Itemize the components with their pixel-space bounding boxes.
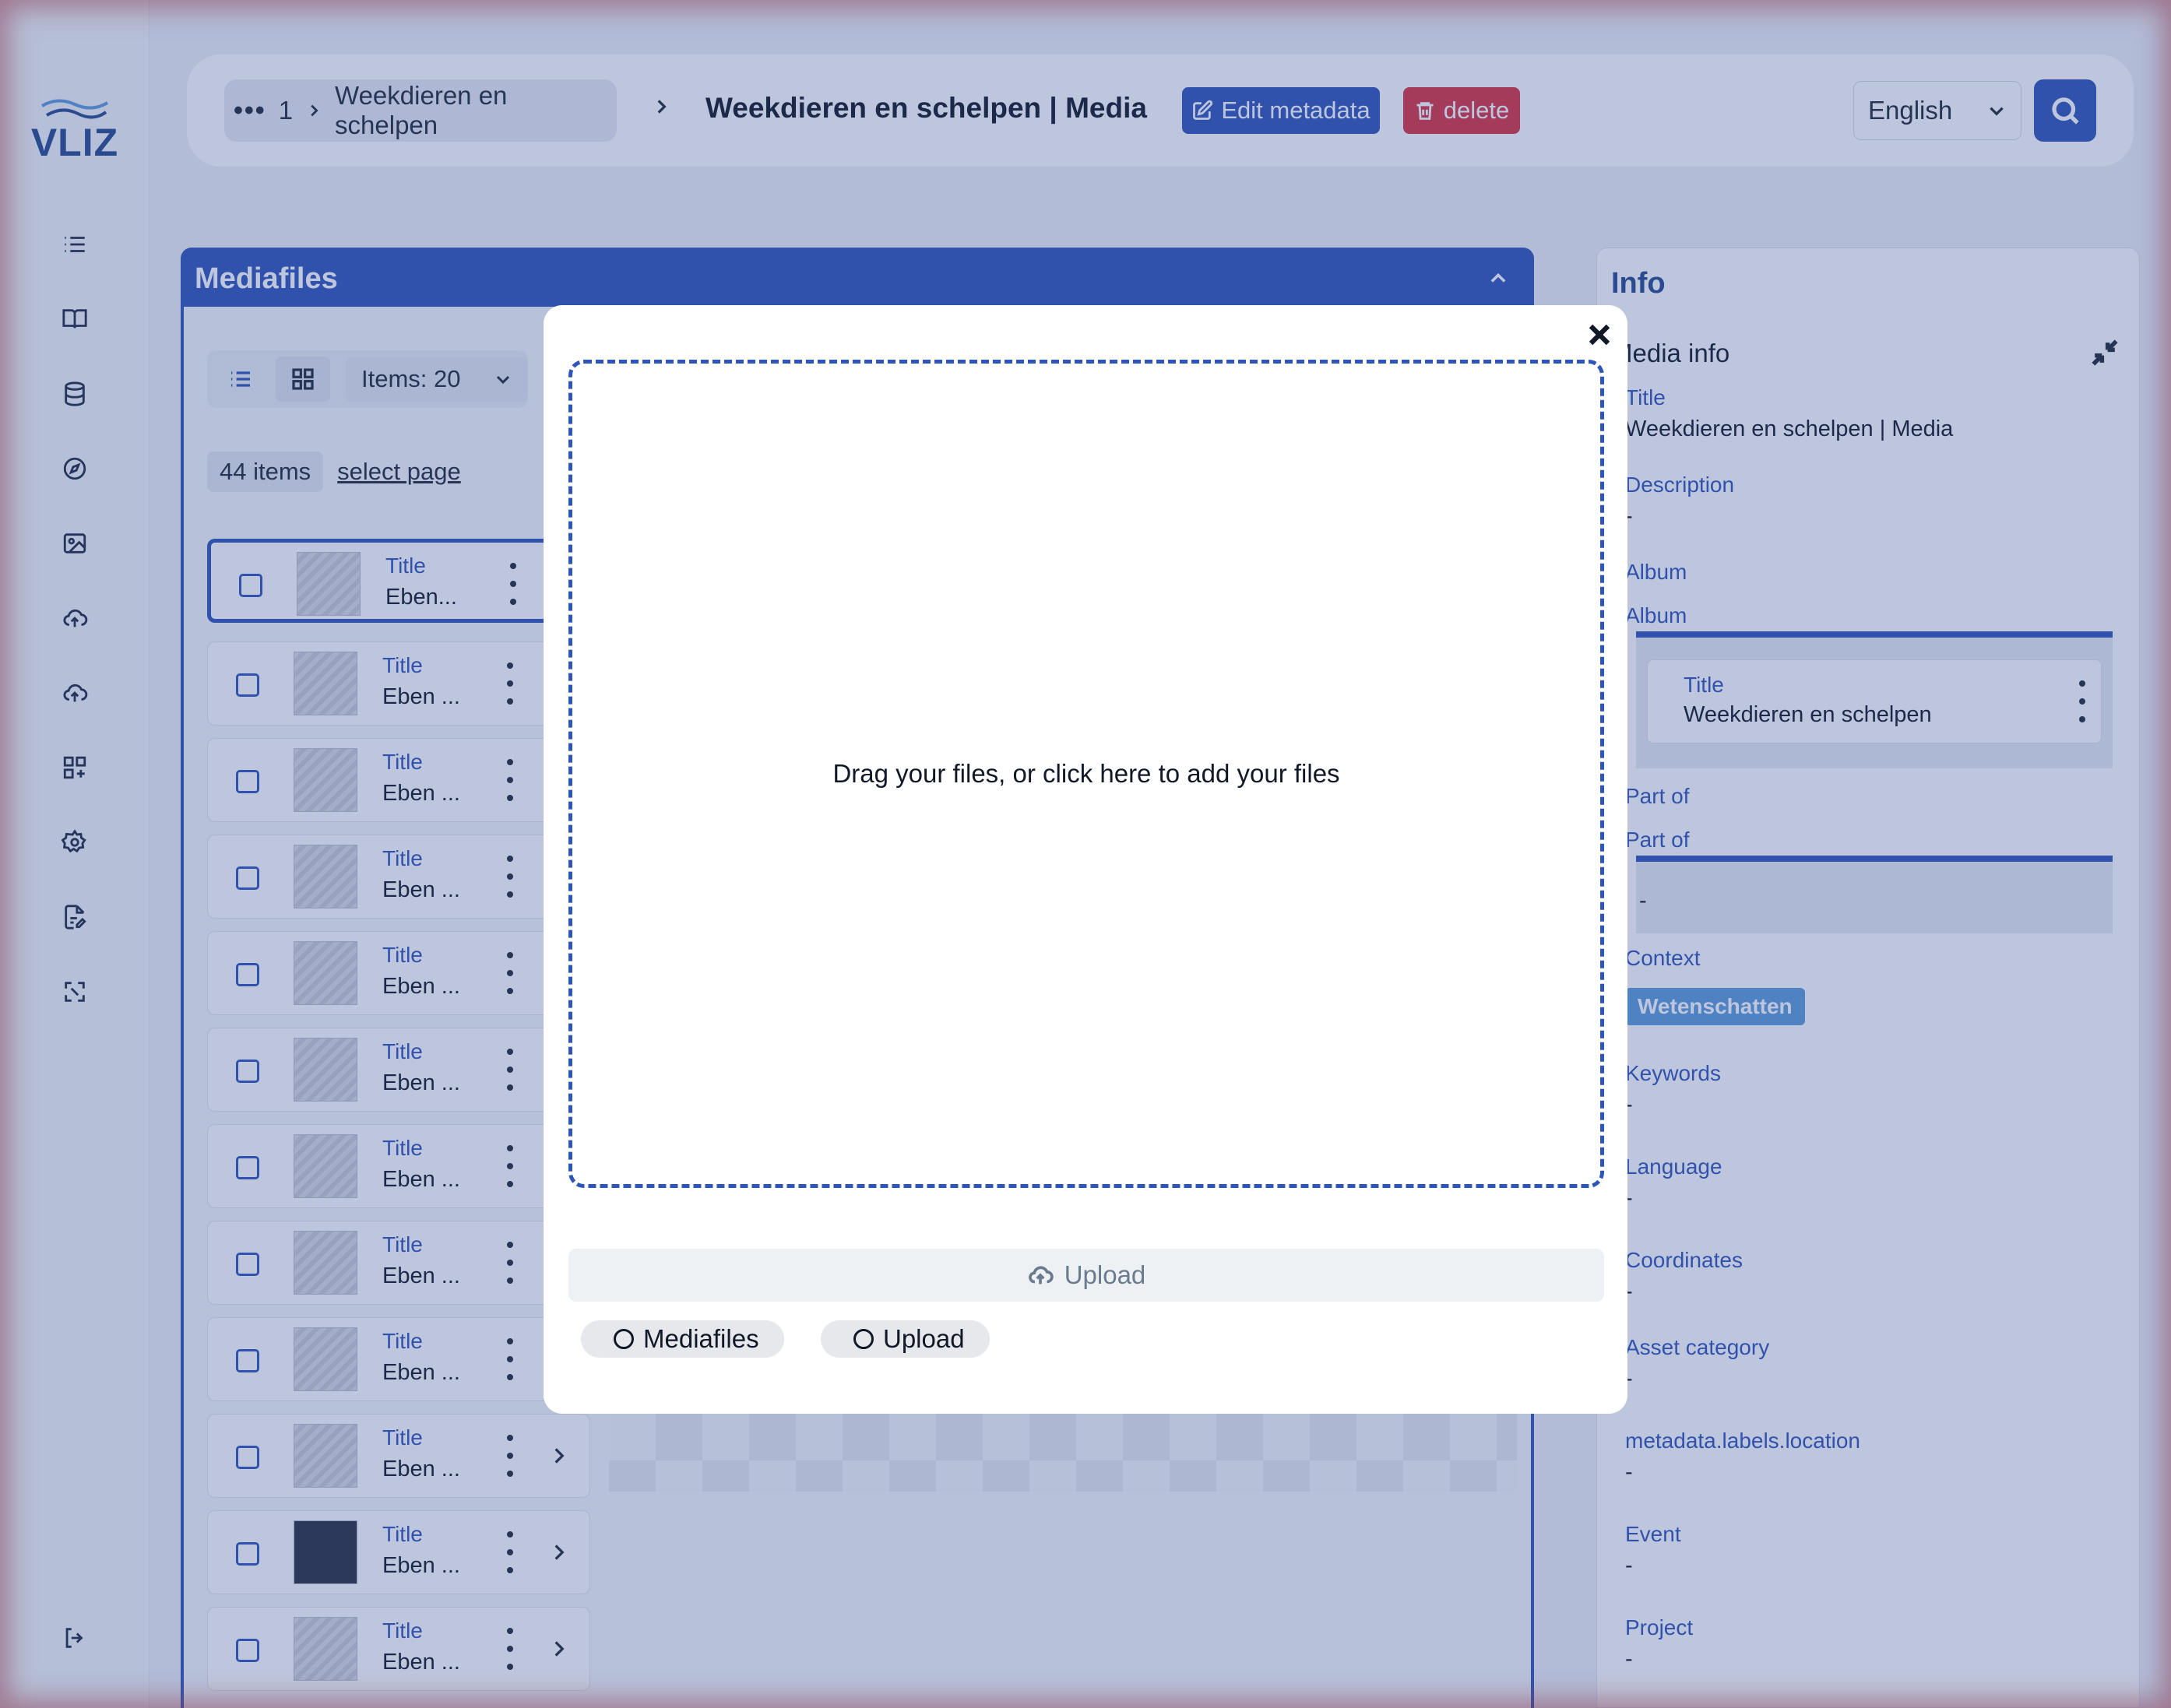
step-mediafiles[interactable]: Mediafiles [581, 1320, 784, 1358]
step-upload-label: Upload [883, 1324, 965, 1353]
file-dropzone[interactable]: Drag your files, or click here to add yo… [568, 360, 1604, 1188]
upload-button-label: Upload [1064, 1260, 1146, 1289]
step-circle-icon [853, 1329, 874, 1349]
upload-button[interactable]: Upload [568, 1249, 1604, 1302]
close-icon[interactable] [1582, 318, 1617, 352]
step-circle-icon [614, 1329, 634, 1349]
upload-cloud-icon [1028, 1266, 1054, 1285]
step-mediafiles-label: Mediafiles [643, 1324, 759, 1353]
upload-modal: Drag your files, or click here to add yo… [544, 305, 1627, 1414]
app-frame: VLIZ ••• 1 Weekdieren en schelpen Weekdi… [0, 0, 2171, 1708]
dropzone-text: Drag your files, or click here to add yo… [832, 759, 1340, 788]
step-upload[interactable]: Upload [821, 1320, 990, 1358]
